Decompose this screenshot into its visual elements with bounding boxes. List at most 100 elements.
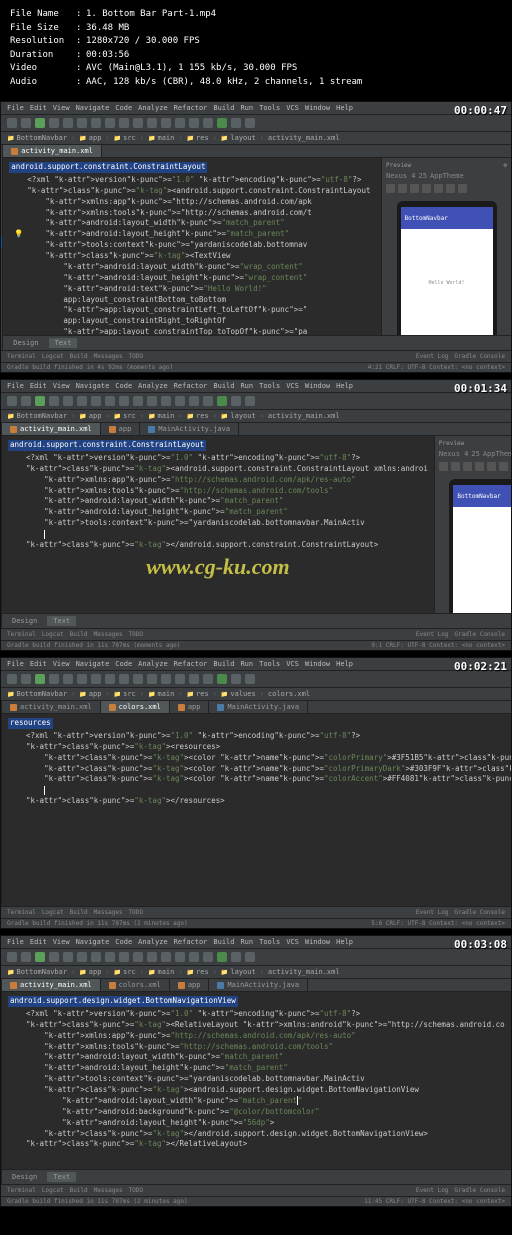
stop-icon[interactable] bbox=[245, 952, 255, 962]
preview-tool-icon[interactable] bbox=[386, 184, 395, 193]
breadcrumb-item[interactable]: activity_main.xml bbox=[268, 968, 340, 976]
sep-icon[interactable] bbox=[49, 952, 59, 962]
tool-tab[interactable]: Messages bbox=[94, 631, 123, 638]
breadcrumb-item[interactable]: main bbox=[148, 134, 174, 142]
save-icon[interactable] bbox=[21, 674, 31, 684]
preview-tool-icon[interactable] bbox=[458, 184, 467, 193]
run-icon[interactable] bbox=[217, 396, 227, 406]
view-tab[interactable]: Text bbox=[49, 338, 78, 348]
breadcrumb-item[interactable]: res bbox=[187, 134, 209, 142]
breadcrumb-item[interactable]: BottomNavbar bbox=[7, 690, 67, 698]
editor-tab[interactable]: activity_main.xml bbox=[2, 423, 101, 435]
breadcrumb-item[interactable]: src bbox=[114, 412, 136, 420]
run-icon[interactable] bbox=[217, 952, 227, 962]
editor-tab[interactable]: activity_main.xml bbox=[2, 701, 101, 713]
sep-icon[interactable] bbox=[189, 674, 199, 684]
preview-config[interactable]: Nexus 4 bbox=[439, 450, 469, 458]
editor-tab[interactable]: app bbox=[170, 979, 210, 991]
breadcrumb-item[interactable]: app bbox=[79, 412, 101, 420]
tool-tab[interactable]: Terminal bbox=[7, 631, 36, 638]
preview-tool-icon[interactable] bbox=[446, 184, 455, 193]
run-icon[interactable] bbox=[217, 674, 227, 684]
tool-tab[interactable]: TODO bbox=[129, 353, 143, 360]
sep-icon[interactable] bbox=[147, 118, 157, 128]
breadcrumb-item[interactable]: src bbox=[114, 690, 136, 698]
menu-item[interactable]: Edit bbox=[30, 104, 47, 112]
tool-tab[interactable]: Messages bbox=[94, 909, 123, 916]
preview-tool-icon[interactable] bbox=[475, 462, 484, 471]
paste-icon[interactable] bbox=[133, 674, 143, 684]
tool-tab[interactable]: Gradle Console bbox=[454, 909, 505, 916]
sync-icon[interactable] bbox=[35, 952, 45, 962]
menu-item[interactable]: Run bbox=[240, 382, 253, 390]
build-icon[interactable] bbox=[203, 952, 213, 962]
menu-item[interactable]: Code bbox=[115, 660, 132, 668]
breadcrumb-item[interactable]: res bbox=[187, 412, 209, 420]
tool-tab[interactable]: Build bbox=[70, 1187, 88, 1194]
sep-icon[interactable] bbox=[91, 674, 101, 684]
menu-item[interactable]: Run bbox=[240, 938, 253, 946]
tool-tab[interactable]: Gradle Console bbox=[454, 353, 505, 360]
menu-item[interactable]: Tools bbox=[259, 382, 280, 390]
sep-icon[interactable] bbox=[91, 952, 101, 962]
menu-item[interactable]: Edit bbox=[30, 382, 47, 390]
preview-tool-icon[interactable] bbox=[499, 462, 508, 471]
menu-item[interactable]: Refactor bbox=[174, 938, 208, 946]
view-tab[interactable]: Text bbox=[47, 1172, 76, 1182]
breadcrumb-item[interactable]: main bbox=[148, 412, 174, 420]
build-icon[interactable] bbox=[203, 118, 213, 128]
view-tab[interactable]: Text bbox=[47, 616, 76, 626]
menu-item[interactable]: Edit bbox=[30, 660, 47, 668]
fwd-icon[interactable] bbox=[175, 396, 185, 406]
preview-config[interactable]: Nexus 4 bbox=[386, 172, 416, 180]
preview-tool-icon[interactable] bbox=[422, 184, 431, 193]
menu-item[interactable]: File bbox=[7, 660, 24, 668]
tool-tab[interactable]: Build bbox=[70, 909, 88, 916]
menu-item[interactable]: Run bbox=[240, 104, 253, 112]
menu-item[interactable]: File bbox=[7, 938, 24, 946]
menu-item[interactable]: Help bbox=[336, 660, 353, 668]
editor-tab[interactable]: MainActivity.java bbox=[140, 423, 239, 435]
sep-icon[interactable] bbox=[91, 396, 101, 406]
debug-icon[interactable] bbox=[231, 118, 241, 128]
redo-icon[interactable] bbox=[77, 396, 87, 406]
breadcrumb-item[interactable]: colors.xml bbox=[268, 690, 310, 698]
menu-item[interactable]: View bbox=[53, 660, 70, 668]
tool-tab[interactable]: Event Log bbox=[416, 1187, 449, 1194]
breadcrumb-item[interactable]: BottomNavbar bbox=[7, 412, 67, 420]
editor-tab[interactable]: MainActivity.java bbox=[209, 979, 308, 991]
sync-icon[interactable] bbox=[35, 118, 45, 128]
preview-config[interactable]: AppTheme bbox=[483, 450, 512, 458]
preview-config[interactable]: 25 bbox=[471, 450, 479, 458]
tool-tab[interactable]: Gradle Console bbox=[454, 631, 505, 638]
copy-icon[interactable] bbox=[119, 396, 129, 406]
sep-icon[interactable] bbox=[189, 952, 199, 962]
menu-item[interactable]: Analyze bbox=[138, 382, 168, 390]
sep-icon[interactable] bbox=[189, 396, 199, 406]
tool-tab[interactable]: Logcat bbox=[42, 1187, 64, 1194]
menu-item[interactable]: Refactor bbox=[174, 104, 208, 112]
tool-tab[interactable]: Build bbox=[70, 631, 88, 638]
tool-tab[interactable]: Logcat bbox=[42, 909, 64, 916]
editor-tab[interactable]: activity_main.xml bbox=[2, 979, 101, 991]
preview-tool-icon[interactable] bbox=[434, 184, 443, 193]
preview-config[interactable]: AppTheme bbox=[430, 172, 464, 180]
back-icon[interactable] bbox=[161, 674, 171, 684]
breadcrumb-item[interactable]: app bbox=[79, 968, 101, 976]
debug-icon[interactable] bbox=[231, 396, 241, 406]
menu-item[interactable]: Tools bbox=[259, 938, 280, 946]
editor-tab[interactable]: activity_main.xml bbox=[3, 145, 102, 157]
copy-icon[interactable] bbox=[119, 118, 129, 128]
paste-icon[interactable] bbox=[133, 396, 143, 406]
sync-icon[interactable] bbox=[35, 396, 45, 406]
breadcrumb-item[interactable]: res bbox=[187, 968, 209, 976]
menu-item[interactable]: Build bbox=[213, 104, 234, 112]
tool-tab[interactable]: TODO bbox=[129, 631, 143, 638]
view-tab[interactable]: Design bbox=[6, 616, 43, 626]
fwd-icon[interactable] bbox=[175, 952, 185, 962]
tool-tab[interactable]: Event Log bbox=[416, 353, 449, 360]
menu-item[interactable]: Window bbox=[305, 660, 330, 668]
menu-item[interactable]: Tools bbox=[259, 660, 280, 668]
paste-icon[interactable] bbox=[133, 952, 143, 962]
cut-icon[interactable] bbox=[105, 674, 115, 684]
